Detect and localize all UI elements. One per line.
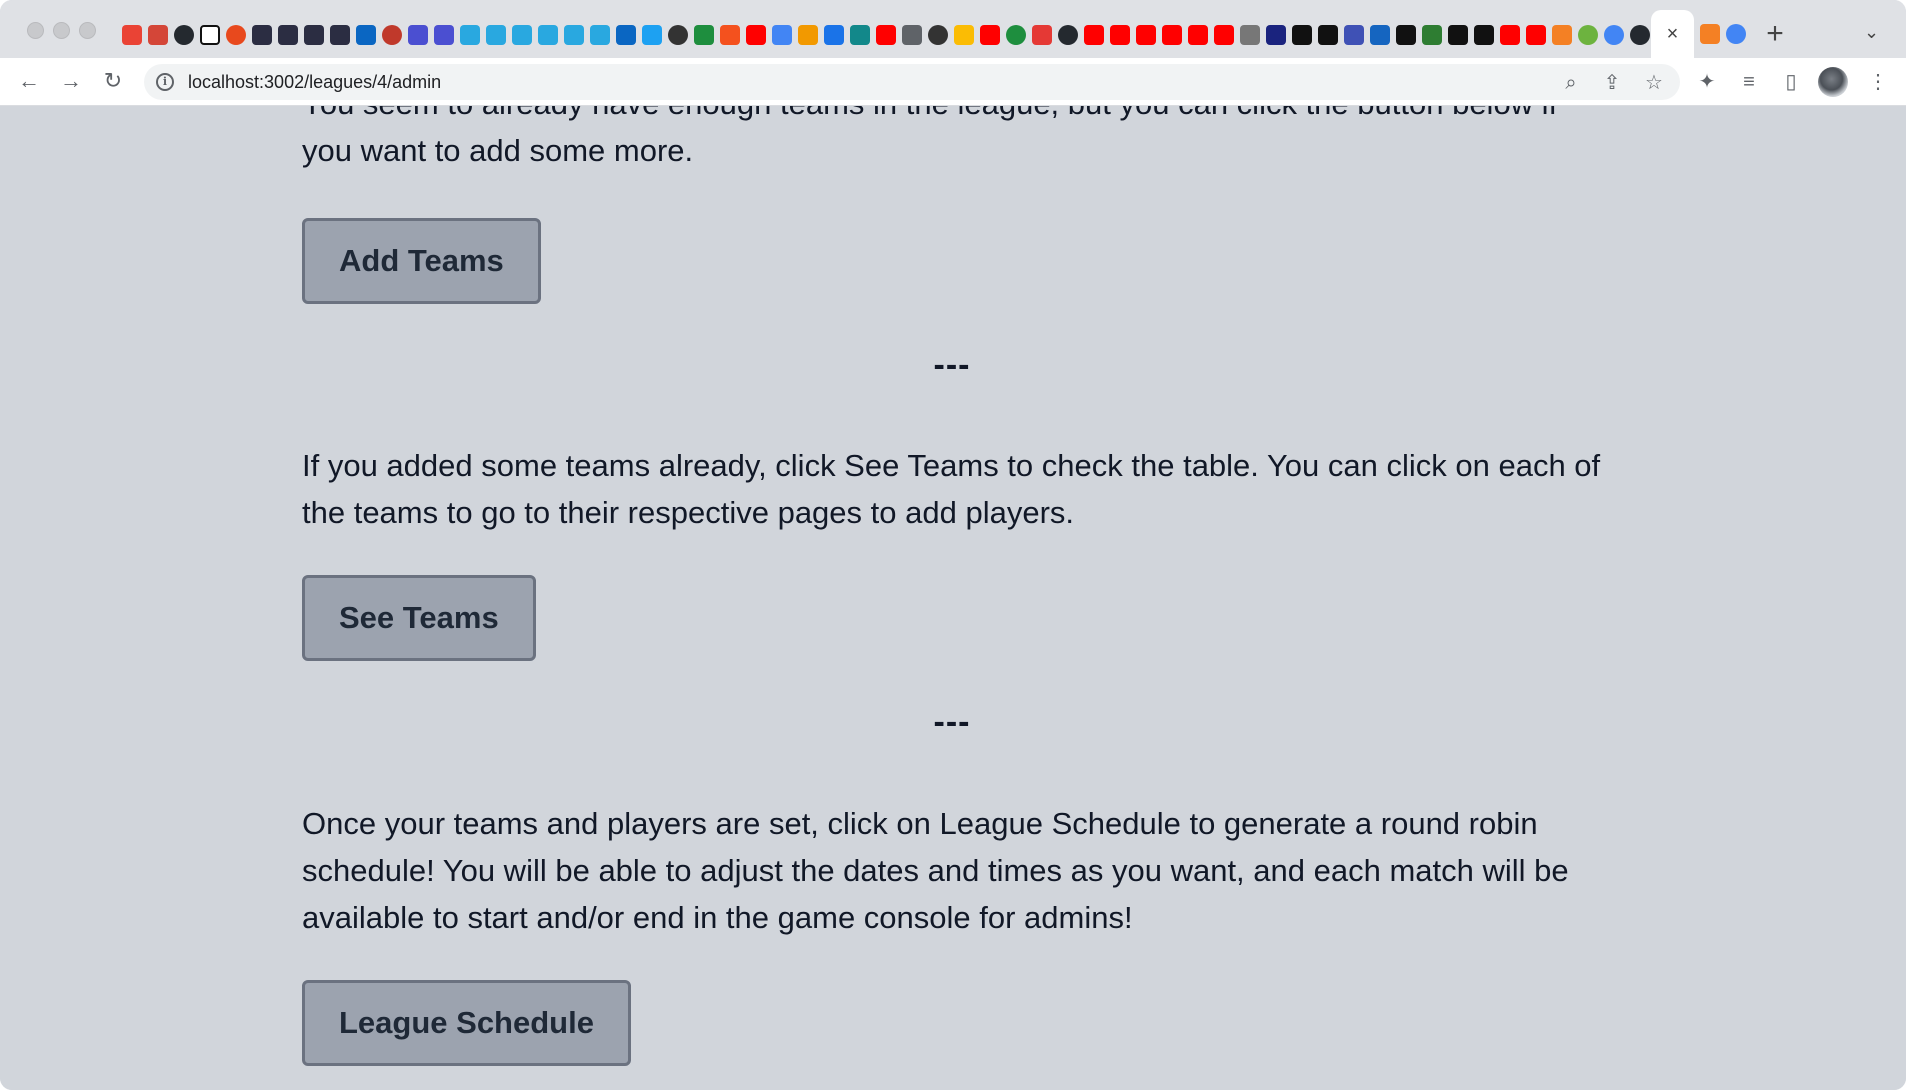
youtube-tab-icon[interactable] — [1214, 25, 1234, 45]
tab-icon[interactable] — [642, 25, 662, 45]
tab-icon[interactable] — [512, 25, 532, 45]
youtube-tab-icon[interactable] — [1084, 25, 1104, 45]
tab-icon[interactable] — [304, 25, 324, 45]
tab-icon[interactable] — [486, 25, 506, 45]
browser-toolbar: ← → ↻ i localhost:3002/leagues/4/admin ⌕… — [0, 58, 1906, 106]
active-tab[interactable]: × — [1651, 10, 1694, 58]
tab-icon[interactable] — [1422, 25, 1442, 45]
see-teams-paragraph: If you added some teams already, click S… — [302, 448, 1601, 530]
site-info-icon[interactable]: i — [156, 73, 174, 91]
window-zoom-button[interactable] — [79, 22, 96, 39]
tab-icon[interactable] — [590, 25, 610, 45]
youtube-tab-icon[interactable] — [1110, 25, 1130, 45]
reading-list-icon[interactable]: ≡ — [1736, 69, 1762, 95]
reload-icon[interactable]: ↻ — [98, 66, 128, 96]
pinned-tabs — [122, 22, 1656, 48]
google-tab-icon[interactable] — [1604, 25, 1624, 45]
tab-icon[interactable] — [850, 25, 870, 45]
address-bar[interactable]: i localhost:3002/leagues/4/admin ⌕ ⇪ ☆ — [144, 64, 1680, 100]
tab-icon[interactable] — [694, 25, 714, 45]
extensions-puzzle-icon[interactable]: ✦ — [1694, 69, 1720, 95]
youtube-tab-icon[interactable] — [980, 25, 1000, 45]
tab-icon[interactable] — [1448, 25, 1468, 45]
separator: --- — [933, 346, 971, 384]
tab-icon[interactable] — [798, 25, 818, 45]
back-arrow-icon[interactable]: ← — [14, 66, 44, 96]
page-viewport: You seem to already have enough teams in… — [0, 106, 1906, 1090]
youtube-tab-icon[interactable] — [1162, 25, 1182, 45]
tab-icon[interactable] — [1344, 25, 1364, 45]
zoom-icon[interactable]: ⌕ — [1558, 70, 1584, 96]
tab-icon[interactable] — [278, 25, 298, 45]
tab-icon[interactable] — [226, 25, 246, 45]
tab-icon[interactable] — [1006, 25, 1026, 45]
tab-icon[interactable] — [434, 25, 454, 45]
notion-tab-icon[interactable] — [200, 25, 220, 45]
bookmark-star-icon[interactable]: ☆ — [1641, 70, 1667, 96]
youtube-tab-icon[interactable] — [1500, 25, 1520, 45]
tab-icon[interactable] — [720, 25, 740, 45]
separator: --- — [933, 703, 971, 741]
tab-search-chevron-icon[interactable]: ⌄ — [1864, 22, 1879, 43]
youtube-tab-icon[interactable] — [1526, 25, 1546, 45]
google-tab-icon[interactable] — [1726, 24, 1746, 44]
tab-icon[interactable] — [928, 25, 948, 45]
tab-icon[interactable] — [1474, 25, 1494, 45]
linkedin-tab-icon[interactable] — [356, 25, 376, 45]
tab-strip: × + ⌄ — [0, 0, 1906, 58]
tab-icon[interactable] — [1578, 25, 1598, 45]
tab-icon[interactable] — [1240, 25, 1260, 45]
linkedin-tab-icon[interactable] — [616, 25, 636, 45]
github-tab-icon[interactable] — [1630, 25, 1650, 45]
profile-avatar[interactable] — [1818, 67, 1848, 97]
window-close-button[interactable] — [27, 22, 44, 39]
youtube-tab-icon[interactable] — [1136, 25, 1156, 45]
tab-icon[interactable] — [1318, 25, 1338, 45]
add-teams-button[interactable]: Add Teams — [302, 218, 541, 304]
github-tab-icon[interactable] — [1058, 25, 1078, 45]
docs-tab-icon[interactable] — [772, 25, 792, 45]
league-schedule-button[interactable]: League Schedule — [302, 980, 631, 1066]
share-icon[interactable]: ⇪ — [1599, 70, 1625, 96]
tab-icon[interactable] — [668, 25, 688, 45]
gmail-tab-icon[interactable] — [122, 25, 142, 45]
youtube-tab-icon[interactable] — [746, 25, 766, 45]
tab-icon[interactable] — [1292, 25, 1312, 45]
tab-icon[interactable] — [382, 25, 402, 45]
url-text[interactable]: localhost:3002/leagues/4/admin — [188, 72, 441, 93]
see-teams-button[interactable]: See Teams — [302, 575, 536, 661]
tab-icon[interactable] — [1370, 25, 1390, 45]
tab-icon[interactable] — [1700, 24, 1720, 44]
tab-icon[interactable] — [252, 25, 272, 45]
tab-icon[interactable] — [538, 25, 558, 45]
slides-tab-icon[interactable] — [954, 25, 974, 45]
side-panel-icon[interactable]: ▯ — [1778, 69, 1804, 95]
browser-window: × + ⌄ ← → ↻ i localhost:3002/leagues/4/a… — [0, 0, 1906, 1090]
forward-arrow-icon[interactable]: → — [56, 66, 86, 96]
tab-icon[interactable] — [460, 25, 480, 45]
new-tab-icon[interactable]: + — [1760, 17, 1790, 51]
dev-tab-icon[interactable] — [1396, 25, 1416, 45]
tab-close-icon[interactable]: × — [1667, 23, 1679, 46]
tab-icon[interactable] — [824, 25, 844, 45]
window-minimize-button[interactable] — [53, 22, 70, 39]
intro-paragraph: You seem to already have enough teams in… — [302, 106, 1557, 168]
kebab-menu-icon[interactable]: ⋮ — [1865, 69, 1891, 95]
tab-icon[interactable] — [1032, 25, 1052, 45]
tab-icon[interactable] — [330, 25, 350, 45]
gmail-tab-icon[interactable] — [148, 25, 168, 45]
tab-icon[interactable] — [408, 25, 428, 45]
youtube-tab-icon[interactable] — [1188, 25, 1208, 45]
trailing-tabs — [1700, 24, 1752, 44]
tab-icon[interactable] — [1552, 25, 1572, 45]
tab-icon[interactable] — [902, 25, 922, 45]
github-tab-icon[interactable] — [174, 25, 194, 45]
league-schedule-paragraph: Once your teams and players are set, cli… — [302, 806, 1569, 935]
tab-icon[interactable] — [564, 25, 584, 45]
youtube-tab-icon[interactable] — [876, 25, 896, 45]
tab-icon[interactable] — [1266, 25, 1286, 45]
